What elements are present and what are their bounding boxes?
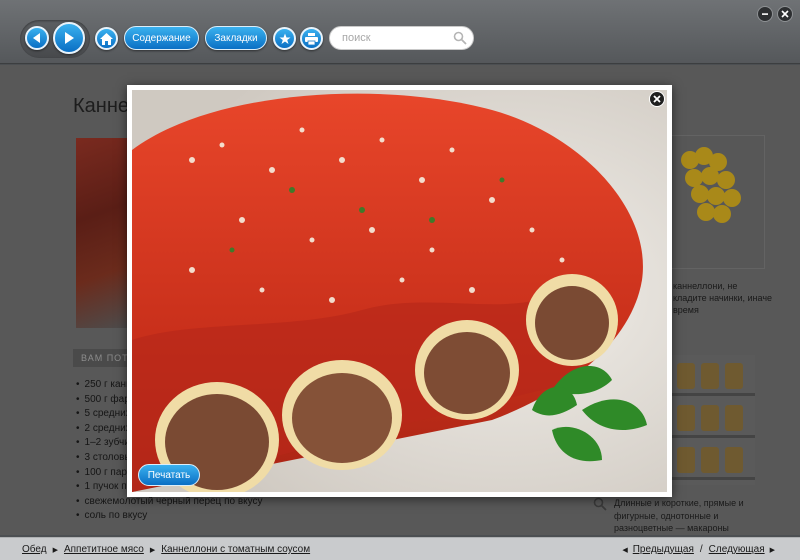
- arrow-left-icon: [33, 33, 40, 43]
- printer-icon: [305, 32, 318, 45]
- breadcrumb-separator-icon: ▶: [52, 546, 58, 554]
- bottom-bar: Обед ▶ Аппетитное мясо ▶ Каннеллони с то…: [0, 537, 800, 560]
- bookmarks-button[interactable]: Закладки: [205, 26, 267, 50]
- top-toolbar: Содержание Закладки поиск: [0, 0, 800, 64]
- pager-separator: /: [699, 544, 703, 555]
- star-icon: [279, 33, 290, 44]
- sidebar-tip: каннеллони, не кладите начинки, иначе вр…: [673, 281, 773, 315]
- search-input[interactable]: поиск: [329, 26, 474, 50]
- photo-lightbox: [127, 85, 672, 497]
- pasta-illustration: [681, 147, 741, 223]
- pasta-jars-image[interactable]: [669, 355, 755, 485]
- recipe-thumbnail[interactable]: [76, 138, 130, 328]
- list-item: соль по вкусу: [76, 509, 263, 524]
- sidebar-note: Длинные и короткие, прямые и фигурные, о…: [614, 498, 744, 533]
- magnifier-icon: [593, 497, 607, 511]
- print-toolbar-button[interactable]: [300, 27, 323, 50]
- breadcrumb-item[interactable]: Аппетитное мясо: [64, 544, 144, 555]
- print-photo-button[interactable]: Печатать: [138, 464, 200, 486]
- jars-illustration: [669, 363, 755, 480]
- minimize-button[interactable]: [757, 6, 773, 22]
- cannelloni-photo: [132, 90, 667, 492]
- lightbox-close-button[interactable]: [649, 91, 665, 107]
- breadcrumb-separator-icon: ▶: [149, 546, 156, 554]
- next-page-link[interactable]: Следующая: [709, 544, 765, 555]
- window-close-button[interactable]: [777, 6, 793, 22]
- breadcrumb-item[interactable]: Обед: [22, 544, 47, 555]
- forward-button[interactable]: [53, 22, 85, 54]
- previous-page-link[interactable]: Предыдущая: [633, 544, 694, 555]
- home-icon: [100, 32, 113, 45]
- triangle-right-icon: ▶: [769, 546, 775, 554]
- cannelloni-photo-art: [132, 90, 667, 492]
- ingredients-heading: ВАМ ПОТРЕБУЕТСЯ: [73, 349, 133, 367]
- contents-button[interactable]: Содержание: [124, 26, 199, 50]
- pasta-shapes-image[interactable]: [669, 135, 765, 269]
- add-bookmark-button[interactable]: [273, 27, 296, 50]
- search-placeholder: поиск: [342, 32, 371, 44]
- breadcrumb: Обед ▶ Аппетитное мясо ▶ Каннеллони с то…: [22, 544, 310, 555]
- pager: ◀ Предыдущая / Следующая ▶: [617, 544, 780, 555]
- breadcrumb-item[interactable]: Каннеллони с томатным соусом: [161, 544, 310, 555]
- triangle-left-icon: ◀: [622, 546, 628, 554]
- close-icon: [781, 10, 789, 18]
- arrow-right-icon: [65, 32, 74, 44]
- close-icon: [653, 95, 661, 103]
- back-button[interactable]: [25, 26, 49, 50]
- search-icon[interactable]: [453, 31, 467, 45]
- home-button[interactable]: [95, 27, 118, 50]
- minimize-icon: [762, 13, 768, 15]
